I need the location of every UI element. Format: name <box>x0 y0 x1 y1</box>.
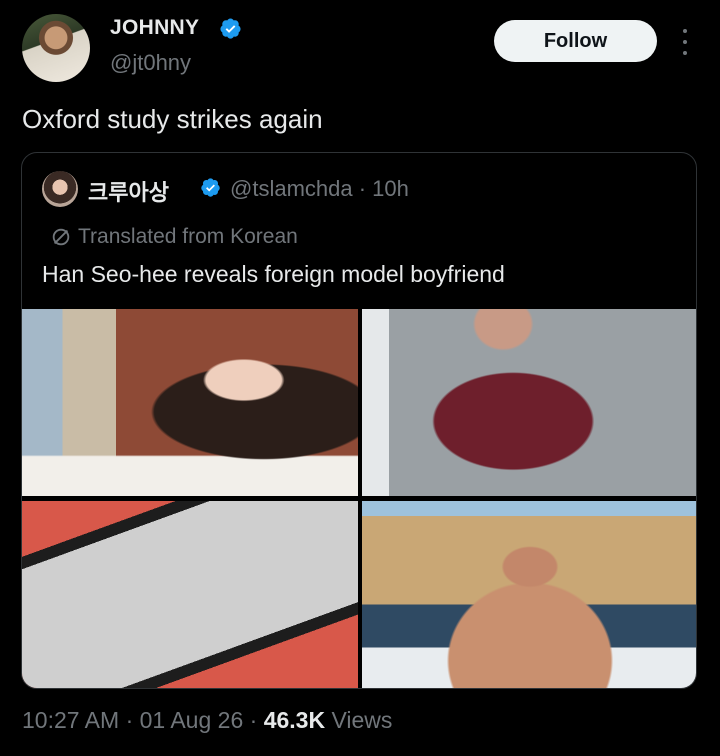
tweet-date[interactable]: 01 Aug 26 <box>140 707 244 733</box>
media-photo-2[interactable] <box>362 309 696 496</box>
author-display-name[interactable]: JOHNNY <box>110 16 199 40</box>
translated-label: Translated from Korean <box>78 225 298 248</box>
quoted-verified-badge-icon <box>201 178 220 197</box>
follow-button[interactable]: Follow <box>494 20 657 62</box>
tweet-footer: 10:27 AM · 01 Aug 26 · 46.3K Views <box>22 707 392 734</box>
media-photo-1[interactable] <box>22 309 358 496</box>
tweet-time[interactable]: 10:27 AM <box>22 707 119 733</box>
verified-badge-icon <box>220 18 241 39</box>
views-label: Views <box>331 707 393 733</box>
views-count: 46.3K <box>263 707 326 733</box>
quoted-author-name[interactable]: 크루아상 <box>88 175 169 207</box>
translate-icon <box>52 228 70 246</box>
tweet-text: Oxford study strikes again <box>22 104 323 134</box>
quoted-text: Han Seo-hee reveals foreign model boyfri… <box>42 261 505 287</box>
media-photo-3[interactable] <box>22 501 358 688</box>
quoted-tweet[interactable]: 크루아상 @tslamchda · 10h Translated from Ko… <box>21 152 697 689</box>
quoted-handle-time[interactable]: @tslamchda · 10h <box>230 176 409 202</box>
separator: · <box>249 707 264 733</box>
separator: · <box>125 707 140 733</box>
author-avatar[interactable] <box>22 14 90 82</box>
author-handle[interactable]: @jt0hny <box>110 50 191 76</box>
more-vertical-icon[interactable] <box>678 29 692 55</box>
media-grid <box>22 309 696 688</box>
quoted-author-avatar[interactable] <box>42 171 78 207</box>
translated-notice[interactable]: Translated from Korean <box>50 225 298 249</box>
media-photo-4[interactable] <box>362 501 696 688</box>
